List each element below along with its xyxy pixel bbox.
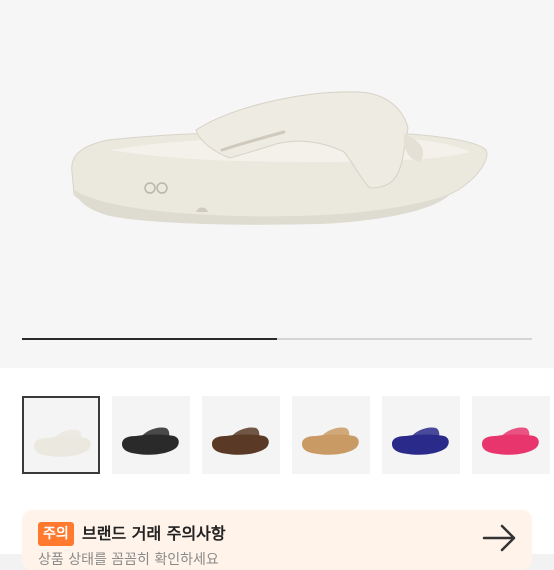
arrow-right-icon[interactable]	[480, 522, 520, 554]
color-thumbnail-white[interactable]	[22, 396, 100, 474]
image-slider-progress	[22, 338, 277, 340]
sandal-image	[71, 91, 488, 225]
sandal-thumbnail-icon	[122, 427, 179, 455]
color-thumbnail-pink[interactable]	[472, 396, 550, 474]
notice-badge: 주의	[38, 522, 74, 546]
sandal-thumbnail-icon	[34, 429, 91, 457]
product-info-panel: 주의 브랜드 거래 주의사항 상품 상태를 꼼꼼히 확인하세요	[0, 368, 554, 570]
notice-subtitle: 상품 상태를 꼼꼼히 확인하세요	[38, 552, 219, 568]
brand-trade-notice[interactable]: 주의 브랜드 거래 주의사항 상품 상태를 꼼꼼히 확인하세요	[22, 510, 532, 570]
product-image-area[interactable]	[0, 0, 554, 368]
color-thumbnail-tan[interactable]	[292, 396, 370, 474]
sandal-thumbnail-icon	[482, 427, 539, 455]
color-thumbnail-navy[interactable]	[382, 396, 460, 474]
image-slider-track[interactable]	[22, 338, 532, 340]
color-thumbnail-brown[interactable]	[202, 396, 280, 474]
notice-title: 브랜드 거래 주의사항	[82, 524, 226, 543]
sandal-thumbnail-icon	[302, 427, 359, 455]
color-thumbnail-list	[22, 396, 554, 476]
color-thumbnail-black[interactable]	[112, 396, 190, 474]
sandal-thumbnail-icon	[212, 427, 269, 455]
sandal-thumbnail-icon	[392, 427, 449, 455]
